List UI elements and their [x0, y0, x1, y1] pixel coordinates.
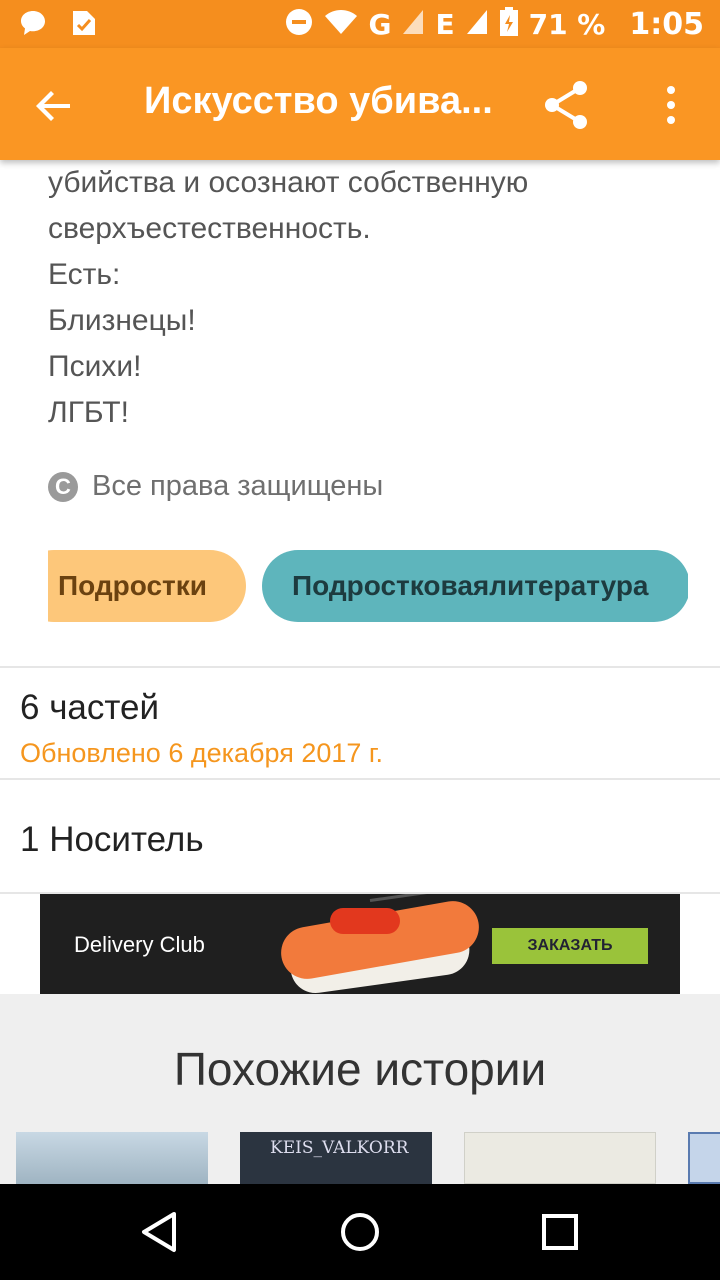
media-section[interactable]: 1 Носитель [20, 820, 204, 860]
app-bar: Искусство убива... [0, 48, 720, 160]
chopstick [369, 894, 680, 902]
battery-percent: 71 % [528, 7, 606, 41]
ad-banner[interactable]: Delivery Club ЗАКАЗАТЬ [40, 894, 680, 994]
back-arrow-icon[interactable] [30, 82, 78, 130]
check-notification-icon [70, 8, 98, 43]
divider [0, 778, 720, 780]
description-line: Близнецы! [48, 304, 196, 337]
chat-notification-icon [18, 8, 48, 43]
parts-section[interactable]: 6 частей Обновлено 6 декабря 2017 г. [20, 688, 383, 769]
nav-back-icon[interactable] [138, 1210, 182, 1254]
status-bar: G E 71 % 1:05 [0, 0, 720, 48]
story-thumbnail[interactable] [464, 1132, 656, 1184]
copyright-label: Все права защищены [92, 470, 384, 502]
do-not-disturb-icon [284, 7, 314, 42]
description-line: сверхъестественность. [48, 212, 371, 245]
story-thumbnail[interactable] [16, 1132, 208, 1184]
signal-icon-2 [465, 8, 489, 41]
tag-teens[interactable]: Подростки [48, 550, 246, 622]
similar-heading: Похожие истории [173, 1043, 547, 1095]
sushi-roe-image [330, 908, 400, 934]
story-details: убийства и осознают собственную сверхъес… [0, 160, 720, 1280]
thumbnail-caption: KEIS_VALKORR [270, 1138, 409, 1158]
description-line: Психи! [48, 350, 142, 383]
story-thumbnail[interactable]: KEIS_VALKORR [240, 1132, 432, 1184]
page-title: Искусство убива... [144, 80, 493, 122]
more-vert-icon[interactable] [656, 80, 686, 130]
tag-teen-literature[interactable]: Подростковаялитература [262, 550, 688, 622]
system-nav-bar [0, 1184, 720, 1280]
description-line: Есть: [48, 258, 121, 291]
signal-icon [401, 8, 425, 41]
wifi-icon [324, 8, 358, 41]
ad-brand: Delivery Club [74, 932, 205, 957]
nav-home-icon[interactable] [338, 1210, 382, 1254]
share-icon[interactable] [540, 78, 594, 132]
story-thumbnail[interactable] [688, 1132, 720, 1184]
copyright-notice: C Все права защищены [48, 470, 383, 503]
copyright-icon: C [48, 471, 78, 502]
network-type-e: E [435, 7, 455, 41]
divider [0, 666, 720, 668]
description-line: ЛГБТ! [48, 396, 129, 429]
description-line: убийства и осознают собственную [48, 166, 529, 199]
story-description: убийства и осознают собственную сверхъес… [0, 160, 720, 436]
nav-recents-icon[interactable] [538, 1210, 582, 1254]
tags-row[interactable]: Подростки Подростковаялитература [48, 550, 688, 622]
parts-count: 6 частей [20, 688, 160, 727]
battery-icon [499, 6, 519, 42]
ad-order-button[interactable]: ЗАКАЗАТЬ [492, 928, 648, 964]
updated-date: Обновлено 6 декабря 2017 г. [20, 738, 383, 768]
clock: 1:05 [629, 6, 704, 42]
network-type-g: G [368, 7, 392, 41]
